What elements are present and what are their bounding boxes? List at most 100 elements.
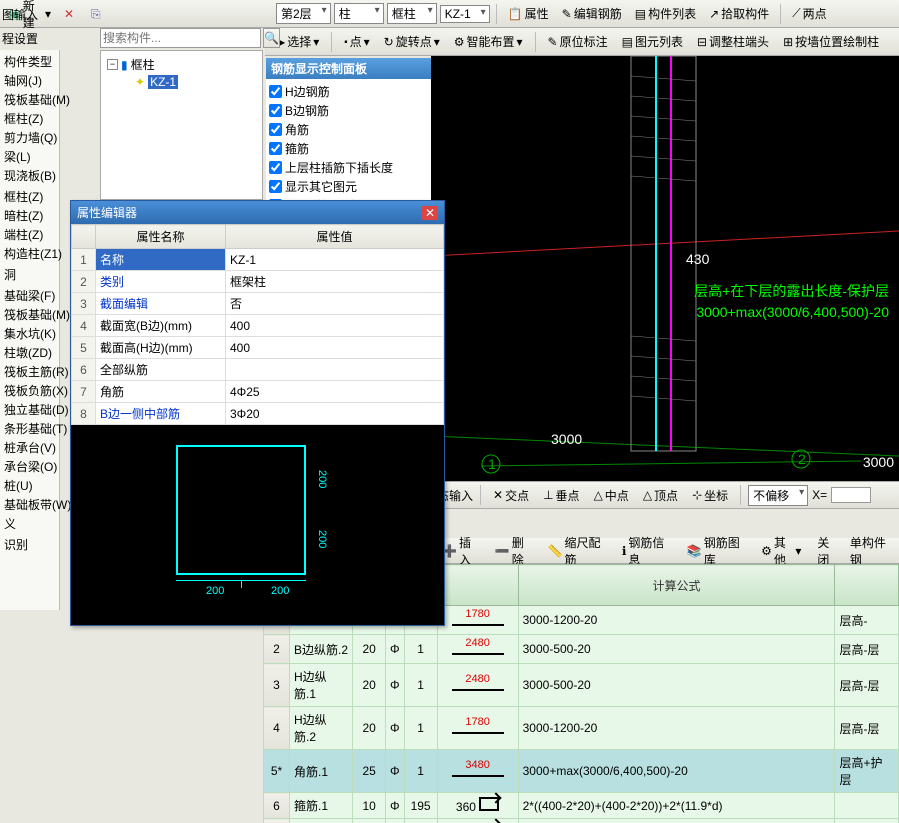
- table-row[interactable]: 7箍筋.210Φ195360 2032*((400-2*20-2*d-25)/4…: [264, 819, 899, 823]
- wall-draw-button[interactable]: ⊞ 按墙位置绘制柱: [778, 30, 884, 53]
- rebar-checkbox-item[interactable]: B边钢筋: [269, 101, 428, 120]
- element-dropdown[interactable]: KZ-1: [440, 5, 490, 23]
- table-row[interactable]: 5*角筋.125Φ134803000+max(3000/6,400,500)-2…: [264, 750, 899, 793]
- point-select-button[interactable]: ⬝ 点 ▾: [339, 30, 374, 53]
- left-item[interactable]: 框柱(Z): [2, 187, 57, 206]
- left-item[interactable]: 筏板基础(M): [2, 305, 57, 324]
- table-header: [835, 565, 899, 606]
- left-item[interactable]: 独立基础(D): [2, 400, 57, 419]
- prop-row[interactable]: 5截面高(H边)(mm)400: [72, 337, 444, 359]
- props-button[interactable]: 📋 属性: [503, 2, 554, 25]
- left-item[interactable]: 筏板负筋(X): [2, 381, 57, 400]
- elem-list-button[interactable]: ▤ 图元列表: [617, 30, 688, 53]
- snap-perp-button[interactable]: ⊥ 垂点: [538, 484, 584, 507]
- delete-icon-button[interactable]: ✕: [59, 4, 83, 24]
- two-point-button[interactable]: ⟋ 两点: [787, 2, 831, 25]
- prop-row[interactable]: 2类别框架柱: [72, 271, 444, 293]
- rebar-checkbox-item[interactable]: 上层柱插筋下插长度: [269, 158, 428, 177]
- table-row[interactable]: 4H边纵筋.220Φ117803000-1200-20层高-层: [264, 707, 899, 750]
- subcategory-dropdown[interactable]: 框柱: [387, 3, 437, 24]
- left-item[interactable]: 构造柱(Z1): [2, 244, 57, 263]
- table-header: [437, 565, 518, 606]
- column-icon: ▮: [121, 58, 128, 72]
- property-grid: 属性名称 属性值 1名称KZ-12类别框架柱3截面编辑否4截面宽(B边)(mm)…: [71, 224, 444, 425]
- left-item[interactable]: 义: [2, 514, 57, 533]
- prop-row[interactable]: 4截面宽(B边)(mm)400: [72, 315, 444, 337]
- rebar-checkbox[interactable]: [269, 180, 282, 193]
- offset-dropdown[interactable]: 不偏移: [748, 485, 808, 506]
- x-label: X=: [812, 488, 827, 502]
- prop-row[interactable]: 6全部纵筋: [72, 359, 444, 381]
- prop-row[interactable]: 3截面编辑否: [72, 293, 444, 315]
- tree-panel: − ▮ 框柱 ✦ KZ-1: [100, 50, 263, 200]
- left-item[interactable]: 现浇板(B): [2, 166, 57, 185]
- rebar-checkbox-item[interactable]: 箍筋: [269, 139, 428, 158]
- copy-icon-button[interactable]: ⎘: [86, 4, 110, 24]
- rebar-panel-title: 钢筋显示控制面板: [266, 58, 431, 79]
- tree-child-kz1[interactable]: ✦ KZ-1: [133, 74, 258, 90]
- rebar-checkbox-item[interactable]: H边钢筋: [269, 82, 428, 101]
- rebar-checkbox-item[interactable]: 显示其它图元: [269, 177, 428, 196]
- left-item[interactable]: 柱墩(ZD): [2, 343, 57, 362]
- prop-row[interactable]: 7角筋4Φ25: [72, 381, 444, 403]
- prop-row[interactable]: 8B边一侧中部筋3Φ20: [72, 403, 444, 425]
- smart-layout-button[interactable]: ⚙ 智能布置 ▾: [449, 30, 528, 53]
- left-item[interactable]: 构件类型: [2, 52, 57, 71]
- snap-top-button[interactable]: △ 顶点: [638, 484, 683, 507]
- adjust-end-button[interactable]: ⊟ 调整柱端头: [692, 30, 774, 53]
- category-dropdown[interactable]: 柱: [334, 3, 384, 24]
- snap-cross-button[interactable]: ✕ 交点: [488, 484, 534, 507]
- left-item[interactable]: 桩(U): [2, 476, 57, 495]
- left-item[interactable]: 桩承台(V): [2, 438, 57, 457]
- left-item[interactable]: 洞: [2, 265, 57, 284]
- layer-dropdown[interactable]: 第2层: [276, 3, 331, 24]
- rebar-checkbox[interactable]: [269, 104, 282, 117]
- search-input[interactable]: [100, 28, 261, 48]
- prop-col-name: 属性名称: [96, 225, 226, 249]
- left-item[interactable]: 基础梁(F): [2, 286, 57, 305]
- left-item[interactable]: 基础板带(W): [2, 495, 57, 514]
- table-row[interactable]: 3H边纵筋.120Φ124803000-500-20层高-层: [264, 664, 899, 707]
- dialog-title: 属性编辑器: [77, 204, 137, 221]
- left-item[interactable]: 筏板基础(M): [2, 90, 57, 109]
- x-input[interactable]: [831, 487, 871, 503]
- list-button[interactable]: ▤ 构件列表: [630, 2, 701, 25]
- rebar-checkbox[interactable]: [269, 142, 282, 155]
- tree-root[interactable]: − ▮ 框柱: [105, 55, 258, 74]
- dialog-titlebar[interactable]: 属性编辑器 ✕: [71, 201, 444, 224]
- search-button[interactable]: 🔍: [263, 28, 280, 48]
- table-row[interactable]: 6箍筋.110Φ195360 2*((400-2*20)+(400-2*20))…: [264, 793, 899, 819]
- edit-rebar-button[interactable]: ✎ 编辑钢筋: [557, 2, 627, 25]
- pick-button[interactable]: ↗ 拾取构件: [704, 2, 774, 25]
- rebar-checkbox[interactable]: [269, 161, 282, 174]
- prop-col-rownum: [72, 225, 96, 249]
- expander-icon[interactable]: −: [107, 59, 118, 70]
- rebar-checkbox-item[interactable]: 角筋: [269, 120, 428, 139]
- rotate-point-button[interactable]: ↻ 旋转点 ▾: [379, 30, 445, 53]
- left-item[interactable]: 梁(L): [2, 147, 57, 166]
- snap-mid-button[interactable]: △ 中点: [589, 484, 634, 507]
- left-item[interactable]: 承台梁(O): [2, 457, 57, 476]
- left-item[interactable]: 筏板主筋(R): [2, 362, 57, 381]
- top-toolbar: ▣新建 ▾ ✕ ⎘ 第2层 柱 框柱 KZ-1 📋 属性 ✎ 编辑钢筋 ▤ 构件…: [0, 0, 899, 28]
- left-item[interactable]: 识别: [2, 535, 57, 554]
- left-item[interactable]: 集水坑(K): [2, 324, 57, 343]
- orig-label-button[interactable]: ✎ 原位标注: [543, 30, 613, 53]
- rebar-checkbox[interactable]: [269, 123, 282, 136]
- annotation-formula-1: 层高+在下层的露出长度-保护层: [694, 281, 889, 301]
- left-heading: 程设置: [2, 30, 38, 47]
- left-item[interactable]: 框柱(Z): [2, 109, 57, 128]
- snap-toolbar: 态输入 ✕ 交点 ⊥ 垂点 △ 中点 △ 顶点 ⊹ 坐标 不偏移 X=: [431, 481, 899, 509]
- table-row[interactable]: 2B边纵筋.220Φ124803000-500-20层高-层: [264, 635, 899, 664]
- prop-row[interactable]: 1名称KZ-1: [72, 249, 444, 271]
- left-item[interactable]: 暗柱(Z): [2, 206, 57, 225]
- viewport-3d[interactable]: 层高+在下层的露出长度-保护层 3000+max(3000/6,400,500)…: [431, 56, 899, 481]
- left-item[interactable]: 剪力墙(Q): [2, 128, 57, 147]
- close-button[interactable]: ✕: [422, 206, 438, 220]
- left-item[interactable]: 条形基础(T): [2, 419, 57, 438]
- left-item[interactable]: 端柱(Z): [2, 225, 57, 244]
- rebar-checkbox[interactable]: [269, 85, 282, 98]
- left-item[interactable]: 轴网(J): [2, 71, 57, 90]
- property-editor-dialog: 属性编辑器 ✕ 属性名称 属性值 1名称KZ-12类别框架柱3截面编辑否4截面宽…: [70, 200, 445, 626]
- snap-coord-button[interactable]: ⊹ 坐标: [687, 484, 733, 507]
